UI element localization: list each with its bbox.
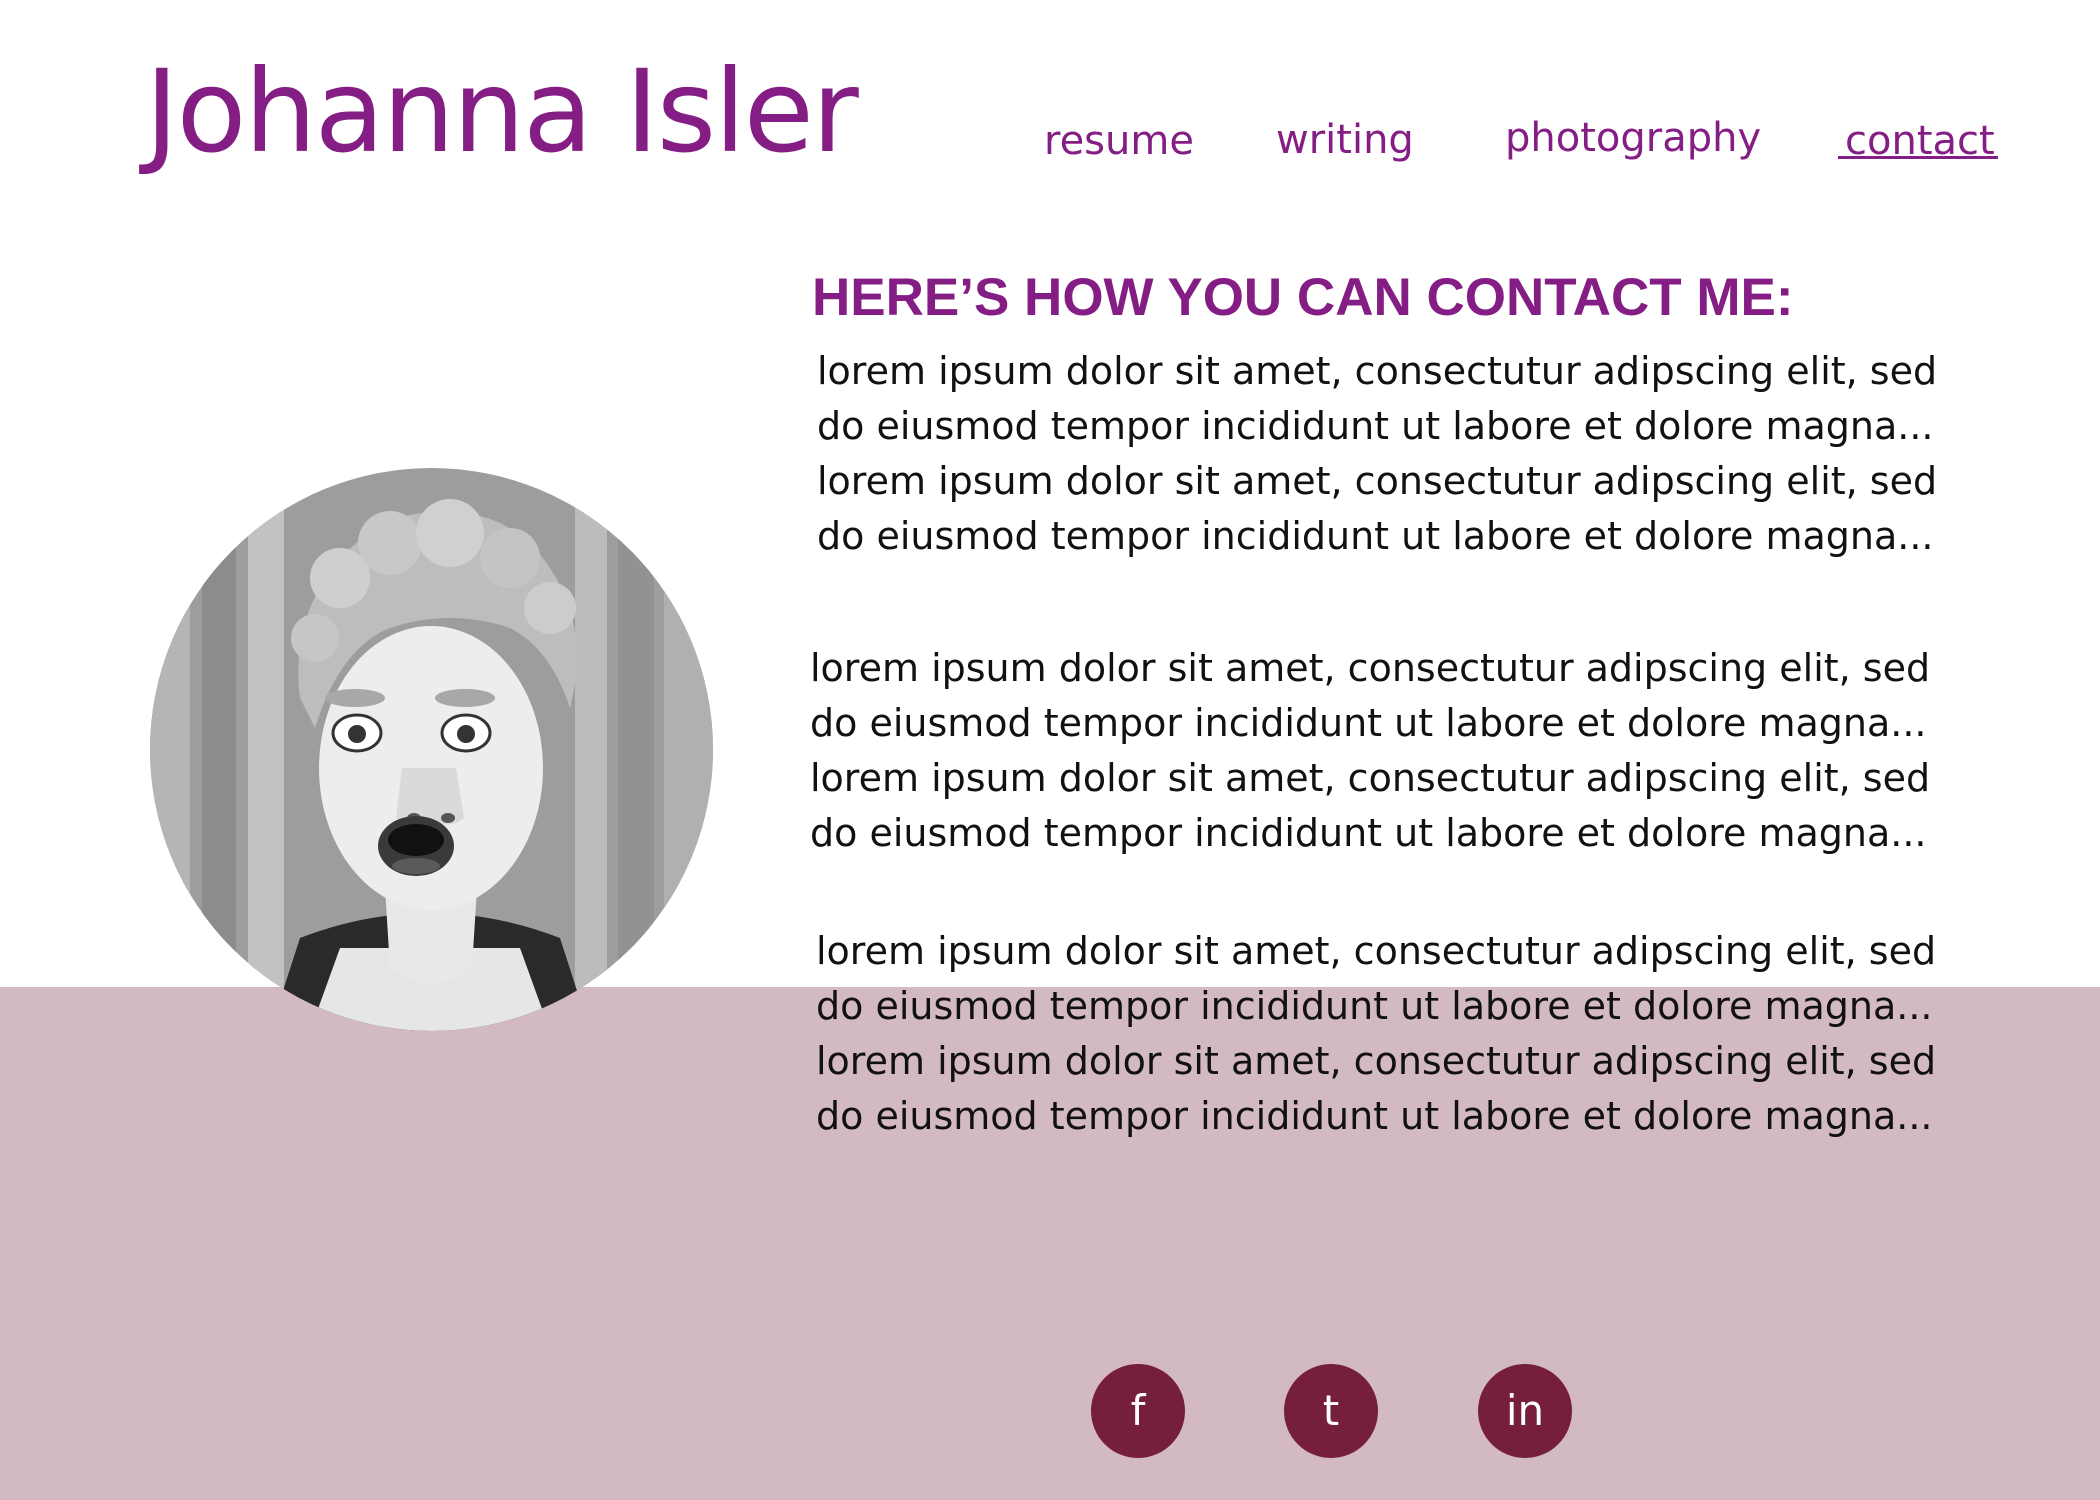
contact-line: lorem ipsum dolor sit amet, consectutur … (816, 929, 1937, 973)
contact-line: lorem ipsum dolor sit amet, consectutur … (817, 349, 1938, 393)
contact-line: do eiusmod tempor incididunt ut labore e… (817, 514, 1934, 558)
contact-line: lorem ipsum dolor sit amet, consectutur … (817, 459, 1938, 503)
contact-line: lorem ipsum dolor sit amet, consectutur … (810, 756, 1931, 800)
contact-line: lorem ipsum dolor sit amet, consectutur … (810, 646, 1931, 690)
contact-paragraph-3: lorem ipsum dolor sit amet, consectutur … (816, 924, 1936, 1144)
contact-paragraph-1: lorem ipsum dolor sit amet, consectutur … (817, 344, 1937, 564)
nav-link-contact[interactable]: contact (1845, 115, 1995, 167)
linkedin-icon[interactable]: in (1478, 1364, 1572, 1458)
nav-link-writing[interactable]: writing (1276, 114, 1414, 166)
contact-line: do eiusmod tempor incididunt ut labore e… (816, 984, 1933, 1028)
contact-line: lorem ipsum dolor sit amet, consectutur … (816, 1039, 1937, 1083)
site-title[interactable]: Johanna Isler (145, 42, 859, 182)
nav-link-resume[interactable]: resume (1044, 115, 1194, 167)
contact-heading: HERE’S HOW YOU CAN CONTACT ME: (812, 268, 1794, 327)
twitter-icon[interactable]: t (1284, 1364, 1378, 1458)
contact-line: do eiusmod tempor incididunt ut labore e… (817, 404, 1934, 448)
facebook-icon[interactable]: f (1091, 1364, 1185, 1458)
nav-active-underline (1838, 156, 1998, 159)
profile-photo (150, 468, 713, 1031)
contact-paragraph-2: lorem ipsum dolor sit amet, consectutur … (810, 641, 1930, 861)
profile-photo-icon (150, 468, 713, 1031)
nav-link-photography[interactable]: photography (1505, 112, 1761, 164)
contact-line: do eiusmod tempor incididunt ut labore e… (810, 811, 1927, 855)
contact-line: do eiusmod tempor incididunt ut labore e… (816, 1094, 1933, 1138)
contact-line: do eiusmod tempor incididunt ut labore e… (810, 701, 1927, 745)
